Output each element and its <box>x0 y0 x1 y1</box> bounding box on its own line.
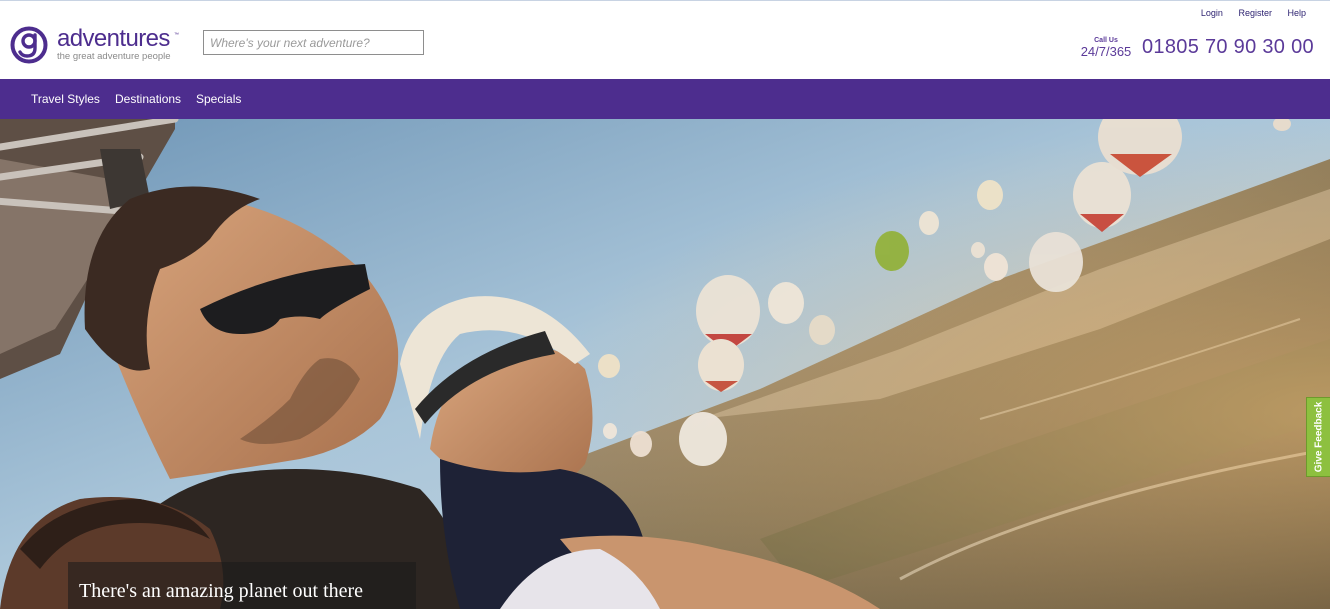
search-box <box>203 30 424 55</box>
login-link[interactable]: Login <box>1201 8 1223 18</box>
hero-caption-box: There's an amazing planet out there <box>68 562 416 609</box>
nav-item-specials[interactable]: Specials <box>196 92 241 106</box>
brand-name: adventures <box>57 25 170 52</box>
g-logo-icon <box>10 26 48 64</box>
main-nav: Travel Styles Destinations Specials <box>0 79 1330 119</box>
hero-image <box>0 119 1330 609</box>
site-header: adventures ™ the great adventure people … <box>0 1 1330 79</box>
phone-number[interactable]: 01805 70 90 30 00 <box>1142 36 1314 59</box>
nav-item-travel-styles[interactable]: Travel Styles <box>31 92 100 106</box>
call-us-hours: 24/7/365 <box>1080 44 1132 59</box>
nav-item-destinations[interactable]: Destinations <box>115 92 181 106</box>
help-link[interactable]: Help <box>1287 8 1306 18</box>
brand-tagline: the great adventure people <box>57 51 171 62</box>
brand-trademark: ™ <box>174 32 179 38</box>
hero-banner: Give Feedback <box>0 119 1330 609</box>
site-logo[interactable]: adventures ™ the great adventure people <box>10 25 180 66</box>
hero-caption-text: There's an amazing planet out there <box>79 580 364 602</box>
give-feedback-label: Give Feedback <box>1313 401 1324 473</box>
call-us-block: Call Us 24/7/365 <box>1078 37 1134 59</box>
register-link[interactable]: Register <box>1238 8 1272 18</box>
search-input[interactable] <box>204 31 423 54</box>
give-feedback-tab[interactable]: Give Feedback <box>1306 397 1330 477</box>
utility-links: Login Register Help <box>1188 8 1306 18</box>
